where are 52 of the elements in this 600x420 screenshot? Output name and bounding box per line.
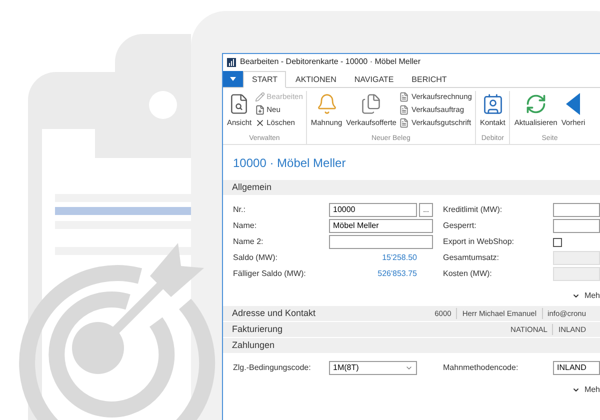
field-label: Gesperrt: xyxy=(443,220,478,232)
ribbon-tab[interactable]: NAVIGATE xyxy=(345,71,403,88)
section-title: Allgemein xyxy=(232,180,273,194)
field-label: Mahnmethodencode: xyxy=(443,362,520,374)
more-link[interactable]: Meh xyxy=(584,290,600,302)
close-icon xyxy=(254,118,265,128)
amount-value: 15'258.50 xyxy=(381,252,418,264)
field-label: Kosten (MW): xyxy=(443,268,493,280)
field-label: Kreditlimit (MW): xyxy=(443,204,504,216)
field-label: Saldo (MW): xyxy=(233,252,278,264)
caret-icon xyxy=(230,77,236,81)
document-icon xyxy=(399,92,410,102)
refresh-icon xyxy=(524,93,547,115)
input-field[interactable]: Möbel Meller xyxy=(329,219,433,233)
new-document-icon xyxy=(254,105,265,115)
input-field[interactable]: INLAND xyxy=(553,361,600,375)
window-title: Bearbeiten - Debitorenkarte - 10000 · Möbel Meller xyxy=(240,56,421,68)
chevron-down-icon xyxy=(572,292,580,300)
amount-value: 526'853.75 xyxy=(376,268,418,280)
section-title: Zahlungen xyxy=(232,338,276,352)
app-menu-button[interactable] xyxy=(223,71,243,87)
bar-chart-icon xyxy=(227,58,236,66)
checkbox[interactable] xyxy=(553,238,562,246)
left-triangle-icon xyxy=(566,93,580,115)
chevron-down-icon xyxy=(572,386,580,394)
field-label: Export in WebShop: xyxy=(443,236,516,248)
page-title: 10000 · Möbel Meller xyxy=(233,156,346,170)
pencil-icon xyxy=(254,92,265,102)
document-icon xyxy=(399,118,410,128)
field-label: Name: xyxy=(233,220,258,232)
input-field[interactable] xyxy=(553,203,600,217)
ribbon-tab[interactable]: START xyxy=(243,71,286,88)
chevron-down-icon xyxy=(405,364,413,372)
field-label: Fälliger Saldo (MW): xyxy=(233,268,307,280)
document-icon xyxy=(399,105,410,115)
input-field[interactable] xyxy=(553,219,600,233)
contact-card-icon xyxy=(482,93,504,115)
input-field[interactable]: 10000 xyxy=(329,203,417,217)
section-header[interactable]: Zahlungen xyxy=(223,338,600,353)
ribbon-tab[interactable]: BERICHT xyxy=(402,71,456,88)
input-field[interactable] xyxy=(329,235,433,249)
field-label: Zlg.-Bedingungscode: xyxy=(233,362,312,374)
field-label: Gesamtumsatz: xyxy=(443,252,500,264)
section-title: Adresse und Kontakt xyxy=(232,306,317,320)
more-link[interactable]: Meh xyxy=(584,384,600,396)
ribbon-tab[interactable]: AKTIONEN xyxy=(286,71,346,88)
section-title: Fakturierung xyxy=(232,322,284,336)
field-label: Name 2: xyxy=(233,236,264,248)
section-header[interactable]: Allgemein xyxy=(223,180,600,195)
documents-icon xyxy=(360,93,382,115)
field-label: Nr.: xyxy=(233,204,246,216)
dropdown-field[interactable]: 1M(8T) xyxy=(329,361,417,375)
